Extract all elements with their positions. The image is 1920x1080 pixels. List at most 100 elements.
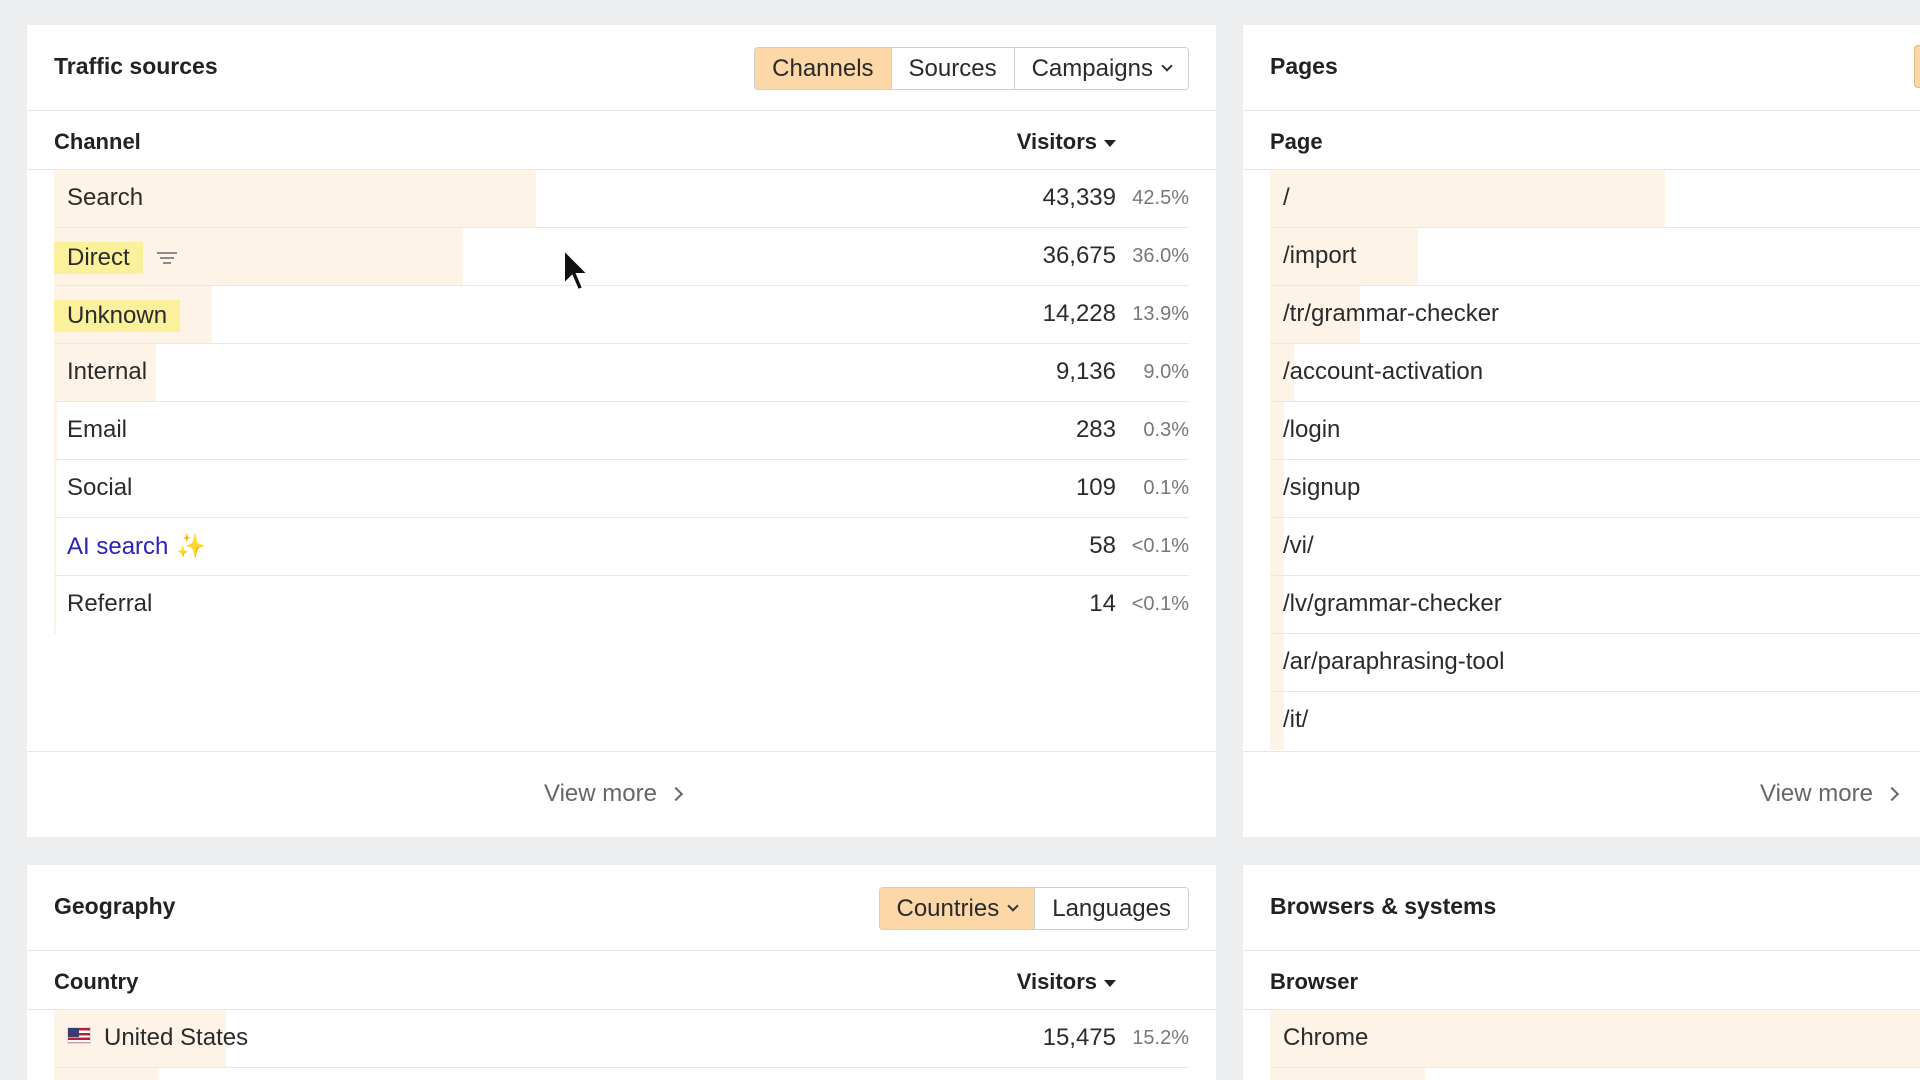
row-percent: 13.9% <box>1132 303 1189 325</box>
share-bar <box>54 1068 159 1080</box>
share-bar <box>1270 576 1284 633</box>
table-row[interactable] <box>54 1068 1189 1080</box>
row-visitors: 14,228 <box>1042 300 1116 327</box>
table-row[interactable]: Email 283 0.3% <box>54 402 1189 460</box>
share-bar <box>1270 460 1284 517</box>
tab-campaigns[interactable]: Campaigns <box>1013 48 1188 89</box>
row-percent: 15.2% <box>1132 1027 1189 1049</box>
table-row[interactable]: /signup <box>1270 460 1920 518</box>
row-label: /login <box>1283 416 1341 443</box>
table-row[interactable]: /ar/paraphrasing-tool <box>1270 634 1920 692</box>
row-visitors: 9,136 <box>1055 358 1116 385</box>
row-label: Direct <box>54 242 177 274</box>
table-row[interactable]: /lv/grammar-checker <box>1270 576 1920 634</box>
row-label-text: Search <box>67 184 144 211</box>
row-label: /ar/paraphrasing-tool <box>1283 648 1505 675</box>
table-row[interactable]: /login <box>1270 402 1920 460</box>
row-label: /lv/grammar-checker <box>1283 590 1502 617</box>
chevron-right-icon <box>668 786 684 802</box>
traffic-rows: Search 43,339 42.5% Direct 36,675 36.0% … <box>54 170 1189 634</box>
row-label: Internal <box>67 358 147 386</box>
browsers-title: Browsers & systems <box>1270 893 1497 919</box>
traffic-column-header: Channel Visitors <box>27 111 1216 170</box>
visitors-sort-button[interactable]: Visitors <box>1017 129 1116 155</box>
table-row[interactable]: /vi/ <box>1270 518 1920 576</box>
share-bar <box>1270 692 1284 750</box>
row-label: / <box>1283 184 1290 211</box>
table-row[interactable]: Unknown 14,228 13.9% <box>54 286 1189 344</box>
geography-column-header: Country Visitors <box>27 951 1216 1010</box>
table-row[interactable]: Referral 14 <0.1% <box>54 576 1189 634</box>
row-visitors: 14 <box>1089 590 1116 617</box>
row-label: Referral <box>67 590 152 618</box>
tab-channels[interactable]: Channels <box>755 48 891 89</box>
table-row[interactable]: /import <box>1270 228 1920 286</box>
visitors-column-label: Visitors <box>1016 129 1097 154</box>
table-row[interactable]: Social 109 0.1% <box>54 460 1189 518</box>
row-label: Social <box>67 474 132 502</box>
row-label: /signup <box>1283 474 1361 501</box>
browsers-rows: Chrome <box>1270 1010 1920 1080</box>
row-label-text: United States <box>104 1024 249 1051</box>
row-visitors: 15,475 <box>1042 1024 1116 1051</box>
row-percent: <0.1% <box>1131 535 1189 557</box>
traffic-sources-tabs: Channels Sources Campaigns <box>754 47 1189 90</box>
row-percent: 0.3% <box>1143 419 1189 441</box>
row-label: /import <box>1283 242 1357 269</box>
sort-descending-icon <box>1104 979 1116 987</box>
country-column-label: Country <box>54 969 139 994</box>
visitors-sort-button[interactable]: Visitors <box>1017 969 1116 995</box>
view-more-button[interactable]: View more <box>1760 780 1900 808</box>
browser-column-label: Browser <box>1270 969 1359 994</box>
browsers-header: Browsers & systems <box>1243 865 1920 951</box>
table-row[interactable]: Direct 36,675 36.0% <box>54 228 1189 286</box>
table-row[interactable]: /account-activation <box>1270 344 1920 402</box>
row-label-text: Email <box>67 416 128 443</box>
view-more-button[interactable]: View more <box>544 780 684 808</box>
share-bar <box>1270 1068 1425 1080</box>
tab-sources[interactable]: Sources <box>890 48 1014 89</box>
traffic-sources-header: Traffic sources Channels Sources Campaig… <box>27 25 1216 111</box>
browsers-card: Browsers & systems Browser Chrome <box>1243 865 1920 1080</box>
row-visitors: 283 <box>1075 416 1116 443</box>
share-bar <box>54 402 57 459</box>
filter-icon[interactable] <box>156 252 177 264</box>
share-bar <box>1270 634 1284 691</box>
traffic-sources-title: Traffic sources <box>54 53 218 79</box>
tab-countries[interactable]: Countries <box>879 888 1035 929</box>
table-row[interactable]: / <box>1270 170 1920 228</box>
pages-footer: View more <box>1243 751 1920 837</box>
tab-sources-label: Sources <box>908 54 997 82</box>
table-row[interactable]: /it/ <box>1270 692 1920 750</box>
geography-header: Geography Countries Languages <box>27 865 1216 951</box>
pages-tab-button[interactable] <box>1914 45 1920 88</box>
table-row[interactable]: United States 15,475 15.2% <box>54 1010 1189 1068</box>
mouse-cursor-icon <box>563 248 591 292</box>
table-row[interactable]: Internal 9,136 9.0% <box>54 344 1189 402</box>
traffic-sources-card: Traffic sources Channels Sources Campaig… <box>27 25 1216 837</box>
table-row[interactable]: /tr/grammar-checker <box>1270 286 1920 344</box>
row-percent: 9.0% <box>1143 361 1189 383</box>
view-more-label: View more <box>544 780 657 807</box>
geography-title: Geography <box>54 893 176 919</box>
row-label-text: Direct <box>54 242 143 274</box>
tab-languages[interactable]: Languages <box>1034 888 1188 929</box>
chevron-down-icon <box>1007 900 1019 912</box>
row-label-text: Social <box>67 474 133 501</box>
geography-card: Geography Countries Languages Country Vi… <box>27 865 1216 1080</box>
table-row[interactable]: AI search ✨ 58 <0.1% <box>54 518 1189 576</box>
row-label: United States <box>67 1024 248 1052</box>
row-percent: 0.1% <box>1143 477 1189 499</box>
table-row[interactable] <box>1270 1068 1920 1080</box>
share-bar <box>1270 402 1284 459</box>
table-row[interactable]: Chrome <box>1270 1010 1920 1068</box>
row-percent: <0.1% <box>1131 593 1189 615</box>
us-flag-icon <box>67 1026 91 1044</box>
sort-descending-icon <box>1104 139 1116 147</box>
table-row[interactable]: Search 43,339 42.5% <box>54 170 1189 228</box>
tab-campaigns-label: Campaigns <box>1031 54 1153 82</box>
row-label: /it/ <box>1283 706 1309 733</box>
row-label-text: Internal <box>67 358 148 385</box>
chevron-right-icon <box>1884 786 1900 802</box>
pages-card: Pages Page / /import /tr/grammar-checker… <box>1243 25 1920 837</box>
